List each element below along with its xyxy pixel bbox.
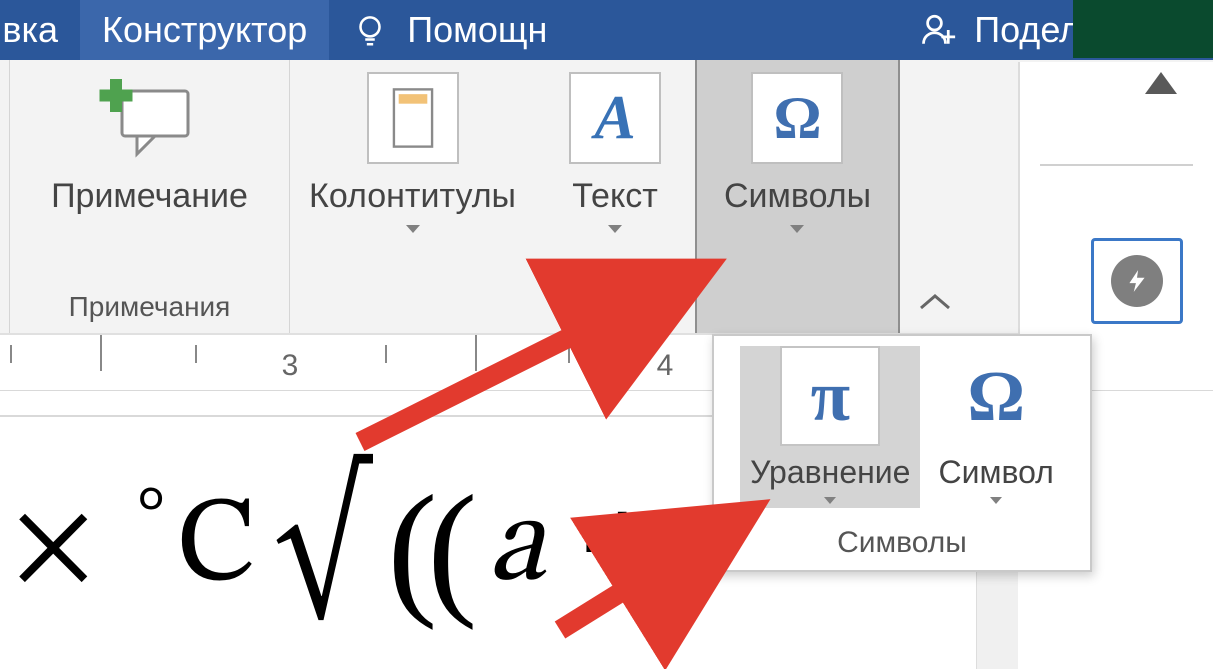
button-label: Символы	[724, 178, 871, 215]
text-button[interactable]: А Текст	[551, 72, 679, 239]
scroll-up-icon[interactable]	[1145, 72, 1177, 94]
headers-footers-button[interactable]: Колонтитулы	[291, 72, 534, 239]
eq-degree: °	[136, 475, 165, 565]
glyph-a: А	[594, 83, 635, 154]
share-icon	[918, 8, 962, 52]
eq-plus: +	[579, 473, 665, 623]
ruler-tick	[10, 345, 12, 363]
ribbon-tabstrip: вка Конструктор Помощн Поделиться	[0, 0, 1213, 60]
dropdown-caret-icon	[608, 225, 622, 233]
eq-c: C	[176, 473, 256, 623]
quick-action-button[interactable]	[1091, 238, 1183, 324]
button-label: Уравнение	[750, 454, 910, 491]
ruler-tick	[568, 345, 570, 363]
eq-a: a	[487, 473, 545, 623]
page-icon	[367, 72, 459, 164]
button-label: Колонтитулы	[309, 178, 516, 215]
ruler-tick	[385, 345, 387, 363]
equation-content[interactable]: × ° C √ ( ( a +	[10, 460, 665, 635]
ruler-tick	[195, 345, 197, 363]
dropdown-caret-icon	[406, 225, 420, 233]
button-label: Примечание	[51, 178, 248, 215]
tab-label: Конструктор	[102, 9, 307, 51]
glyph-pi: π	[811, 355, 850, 438]
glyph-omega: Ω	[967, 355, 1025, 438]
eq-sqrt: √	[275, 460, 369, 635]
text-icon: А	[569, 72, 661, 164]
tab-label: Помощн	[407, 9, 547, 51]
lightning-icon	[1111, 255, 1163, 307]
glyph-omega: Ω	[773, 84, 821, 153]
panel-group-label: Символы	[714, 508, 1090, 570]
tab-constructor[interactable]: Конструктор	[80, 0, 329, 60]
ruler-number: 4	[657, 349, 674, 383]
symbol-button[interactable]: Ω Символ	[928, 346, 1063, 508]
eq-paren2: (	[427, 462, 477, 634]
dropdown-caret-icon	[790, 225, 804, 233]
equation-button[interactable]: π Уравнение	[740, 346, 920, 508]
comment-icon	[94, 72, 204, 164]
dropdown-caret-icon	[824, 497, 836, 504]
editor-side-pane	[1018, 62, 1213, 372]
eq-times: ×	[10, 473, 96, 623]
window-corner	[1073, 0, 1213, 58]
button-label: Текст	[572, 178, 658, 215]
pi-icon: π	[780, 346, 880, 446]
ruler-tick	[100, 335, 102, 371]
new-comment-button[interactable]: Примечание	[33, 72, 266, 221]
pane-divider	[1040, 164, 1193, 166]
lightbulb-icon	[351, 11, 389, 49]
ribbon-border-left	[0, 60, 10, 333]
ruler-number: 3	[282, 349, 299, 383]
omega-icon: Ω	[946, 346, 1046, 446]
group-comments: Примечание Примечания	[10, 60, 290, 333]
tab-insert-partial[interactable]: вка	[0, 0, 80, 60]
group-text: А Текст	[535, 60, 695, 333]
tab-label: вка	[2, 9, 58, 51]
group-label: Примечания	[10, 285, 289, 333]
symbols-dropdown-button[interactable]: Ω Символы	[695, 60, 900, 333]
tab-help[interactable]: Помощн	[329, 0, 569, 60]
dropdown-caret-icon	[990, 497, 1002, 504]
button-label: Символ	[938, 454, 1053, 491]
group-headers: Колонтитулы	[290, 60, 535, 333]
symbols-dropdown-panel: π Уравнение Ω Символ Символы	[712, 334, 1092, 572]
ribbon-collapse-button[interactable]	[917, 290, 953, 319]
ruler-tick	[475, 335, 477, 371]
omega-icon: Ω	[751, 72, 843, 164]
